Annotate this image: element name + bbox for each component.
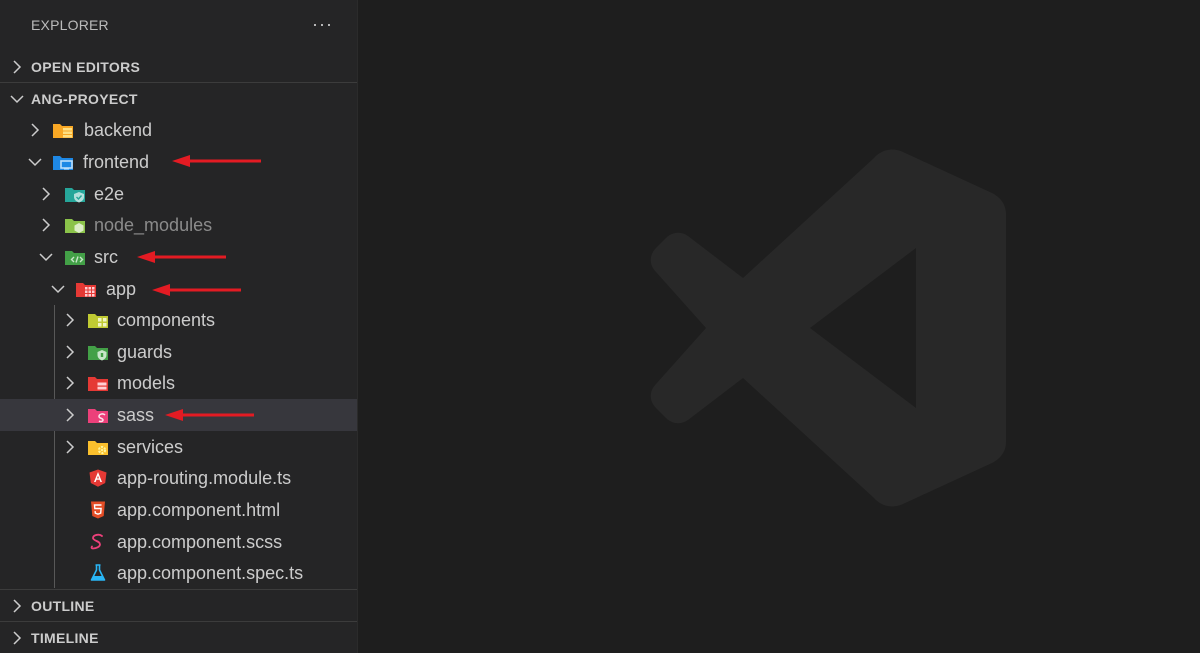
tree-item-e2e[interactable]: e2e — [0, 178, 357, 210]
folder-e2e-icon — [65, 188, 85, 203]
tree-item-label: components — [117, 310, 216, 330]
tree-item-guards[interactable]: guards — [0, 336, 357, 368]
tree-item-label: backend — [84, 120, 153, 140]
chevron-down-icon — [28, 158, 42, 167]
test-flask-icon — [90, 564, 106, 581]
tree-item-label: app.component.scss — [117, 532, 283, 552]
section-timeline-label: TIMELINE — [31, 630, 99, 646]
chevron-down-icon — [39, 253, 53, 262]
chevron-right-icon — [66, 313, 75, 327]
chevron-right-icon — [42, 218, 51, 232]
chevron-right-icon — [66, 345, 75, 359]
tree-item-label: guards — [117, 342, 173, 362]
tree-item-spec-file[interactable]: app.component.spec.ts — [0, 557, 357, 589]
angular-icon — [89, 469, 107, 487]
sass-icon — [90, 533, 103, 550]
chevron-right-icon — [31, 123, 40, 137]
tree-item-label: frontend — [83, 152, 150, 172]
chevron-right-icon — [66, 440, 75, 454]
tree-item-models[interactable]: models — [0, 367, 357, 399]
tree-item-label: sass — [117, 405, 155, 425]
tree-item-node-modules[interactable]: node_modules — [0, 209, 357, 241]
chevron-right-icon — [66, 408, 75, 422]
folder-guard-icon — [88, 346, 108, 361]
chevron-right-icon — [42, 187, 51, 201]
annotation-arrow-icon — [137, 251, 226, 263]
explorer-sidebar: EXPLORER ··· OPEN EDITORS ANG-PROYECT ba… — [0, 0, 358, 653]
tree-item-label: services — [117, 437, 184, 457]
tree-item-label: app.component.spec.ts — [117, 563, 304, 583]
tree-item-html-file[interactable]: app.component.html — [0, 494, 357, 526]
tree-item-label: app.component.html — [117, 500, 281, 520]
section-open-editors-label: OPEN EDITORS — [31, 59, 141, 75]
tree-item-label: src — [94, 247, 118, 267]
tree-item-components[interactable]: components — [0, 304, 357, 336]
explorer-title-bar: EXPLORER ··· — [0, 0, 357, 50]
annotation-arrow-icon — [152, 284, 241, 296]
annotation-arrow-icon — [172, 155, 261, 167]
chevron-down-icon — [10, 95, 24, 104]
vscode-logo-icon — [650, 149, 1006, 507]
more-actions-icon[interactable]: ··· — [312, 14, 333, 35]
folder-sass-icon — [88, 409, 108, 423]
folder-node-icon — [65, 219, 85, 233]
section-outline-label: OUTLINE — [31, 598, 95, 614]
folder-components-icon — [88, 314, 108, 328]
tree-item-label: models — [117, 373, 176, 393]
html5-icon — [91, 501, 105, 519]
section-project[interactable]: ANG-PROYECT — [0, 82, 357, 114]
tree-item-scss-file[interactable]: app.component.scss — [0, 526, 357, 558]
section-timeline[interactable]: TIMELINE — [0, 621, 357, 653]
chevron-right-icon — [66, 376, 75, 390]
folder-src-icon — [65, 251, 85, 265]
chevron-right-icon — [13, 60, 22, 74]
tree-item-routing-file[interactable]: app-routing.module.ts — [0, 462, 357, 494]
folder-services-icon — [88, 441, 108, 455]
chevron-down-icon — [51, 285, 65, 294]
folder-app-icon — [76, 283, 96, 297]
tree-item-label: app — [106, 279, 137, 299]
tree-item-services[interactable]: services — [0, 431, 357, 463]
tree-item-label: app-routing.module.ts — [117, 468, 292, 488]
chevron-right-icon — [13, 599, 22, 613]
section-outline[interactable]: OUTLINE — [0, 589, 357, 621]
tree-item-backend[interactable]: backend — [0, 114, 357, 146]
tree-item-label: e2e — [94, 184, 125, 204]
annotation-arrow-icon — [165, 409, 254, 421]
section-project-label: ANG-PROYECT — [31, 91, 138, 107]
explorer-title: EXPLORER — [31, 17, 109, 33]
folder-server-icon — [53, 124, 73, 138]
tree-item-label: node_modules — [94, 215, 213, 235]
section-open-editors[interactable]: OPEN EDITORS — [0, 51, 357, 82]
folder-database-icon — [88, 377, 108, 391]
chevron-right-icon — [13, 631, 22, 645]
folder-client-icon — [53, 156, 73, 170]
